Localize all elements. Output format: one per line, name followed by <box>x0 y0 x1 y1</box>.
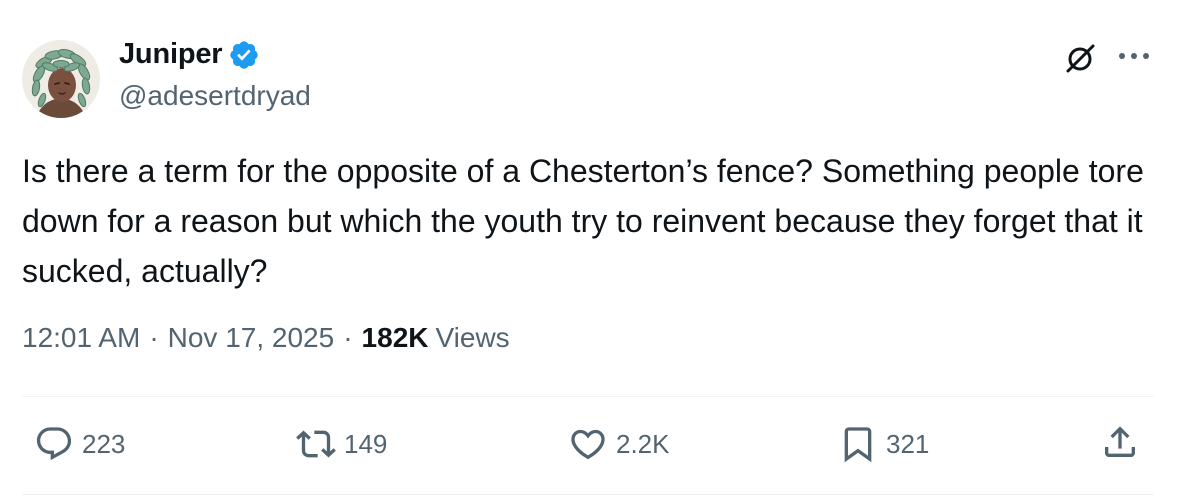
tweet-date[interactable]: Nov 17, 2025 <box>168 322 335 354</box>
reply-icon <box>36 427 72 461</box>
divider <box>22 494 1154 495</box>
more-icon[interactable] <box>1112 38 1156 74</box>
share-icon <box>1105 426 1135 457</box>
display-name[interactable]: Juniper <box>119 38 223 71</box>
heart-icon <box>571 429 605 460</box>
verified-badge-icon[interactable] <box>228 39 260 71</box>
repost-icon <box>296 430 336 458</box>
tweet-time[interactable]: 12:01 AM <box>22 322 140 354</box>
divider <box>22 396 1154 397</box>
avatar-illustration-icon <box>22 40 100 118</box>
tweet-text: Is there a term for the opposite of a Ch… <box>22 153 1144 289</box>
action-bar: 223 149 2.2K 321 <box>0 418 1194 474</box>
reply-button[interactable]: 223 <box>34 424 125 464</box>
like-count: 2.2K <box>616 428 670 459</box>
bookmark-button[interactable]: 321 <box>838 424 929 464</box>
repost-count: 149 <box>344 428 388 459</box>
views-count[interactable]: 182K <box>362 322 429 354</box>
meta-separator: · <box>149 322 159 353</box>
views-label[interactable]: Views <box>435 322 509 354</box>
reply-count: 223 <box>82 428 126 459</box>
author-name-row: Juniper <box>119 38 260 71</box>
tweet-card: Juniper @adesertdryad Is there a term fo… <box>0 0 1194 502</box>
avatar[interactable] <box>22 40 100 118</box>
repost-button[interactable]: 149 <box>296 424 387 464</box>
bookmark-icon <box>844 427 872 463</box>
like-button[interactable]: 2.2K <box>568 424 670 464</box>
author-handle[interactable]: @adesertdryad <box>119 80 311 112</box>
grok-icon[interactable] <box>1060 38 1100 78</box>
share-button[interactable] <box>1100 422 1140 462</box>
tweet-meta: 12:01 AM · Nov 17, 2025 · 182K Views <box>22 322 510 354</box>
meta-separator: · <box>343 322 353 353</box>
bookmark-count: 321 <box>886 428 930 459</box>
